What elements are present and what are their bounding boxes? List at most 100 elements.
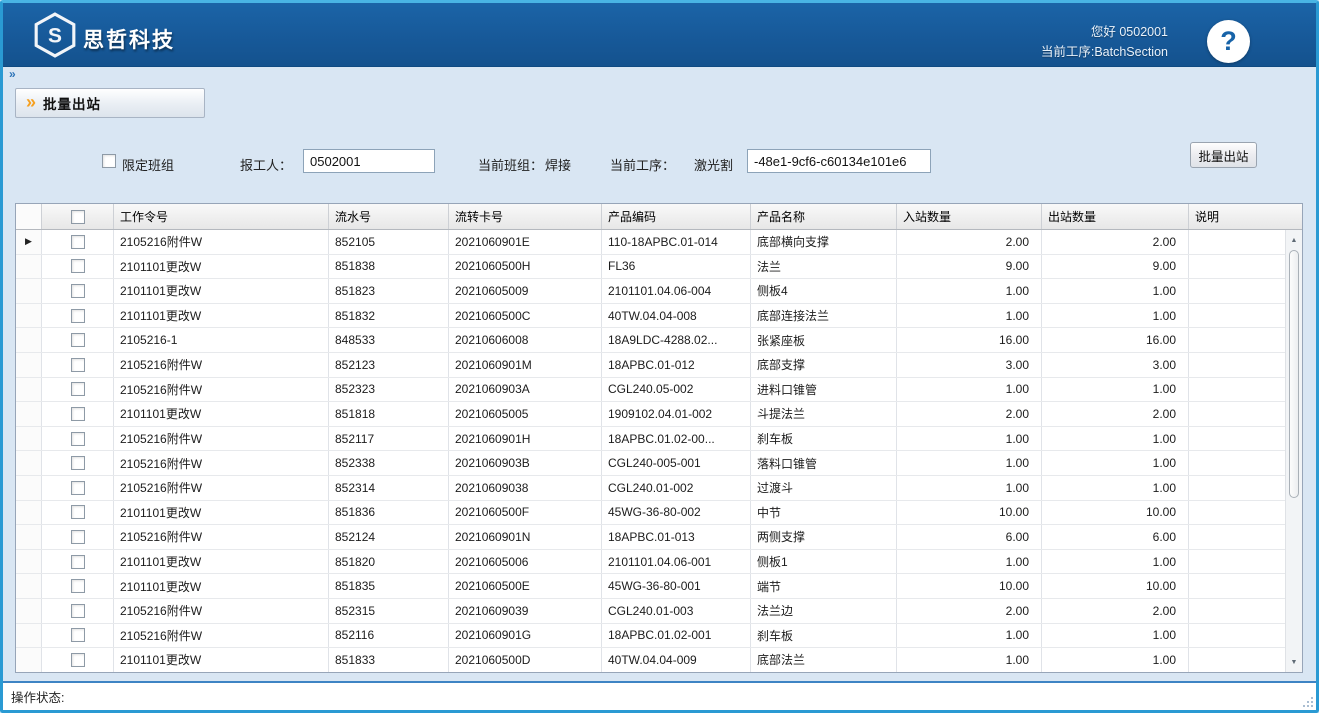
column-header-card_no[interactable]: 流转卡号 xyxy=(449,204,602,229)
row-checkbox[interactable] xyxy=(71,259,85,273)
table-row[interactable]: 2105216附件W8521242021060901N18APBC.01-013… xyxy=(16,525,1285,550)
table-row[interactable]: 2101101更改W8518382021060500HFL36法兰9.009.0… xyxy=(16,255,1285,280)
cell-work_order: 2101101更改W xyxy=(114,648,329,672)
row-selector[interactable] xyxy=(16,255,42,279)
row-checkbox[interactable] xyxy=(71,505,85,519)
table-row[interactable]: 2105216附件W85231420210609038CGL240.01-002… xyxy=(16,476,1285,501)
table-row[interactable]: 2101101更改W851823202106050092101101.04.06… xyxy=(16,279,1285,304)
row-checkbox[interactable] xyxy=(71,628,85,642)
column-header-qty_in[interactable]: 入站数量 xyxy=(897,204,1042,229)
row-selector[interactable] xyxy=(16,550,42,574)
scrollbar-thumb[interactable] xyxy=(1289,250,1299,498)
table-row[interactable]: 2101101更改W851820202106050062101101.04.06… xyxy=(16,550,1285,575)
row-selector[interactable] xyxy=(16,328,42,352)
column-header-work_order[interactable]: 工作令号 xyxy=(114,204,329,229)
table-row[interactable]: 2105216附件W8523382021060903BCGL240-005-00… xyxy=(16,451,1285,476)
reporter-input[interactable] xyxy=(303,149,435,173)
cell-qty_in: 3.00 xyxy=(897,353,1042,377)
row-checkbox[interactable] xyxy=(71,309,85,323)
column-header-qty_out[interactable]: 出站数量 xyxy=(1042,204,1189,229)
row-checkbox[interactable] xyxy=(71,407,85,421)
table-row[interactable]: 2101101更改W8518332021060500D40TW.04.04-00… xyxy=(16,648,1285,673)
row-selector[interactable] xyxy=(16,427,42,451)
row-selector[interactable] xyxy=(16,378,42,402)
help-button[interactable]: ? xyxy=(1207,20,1250,63)
cell-work_order: 2105216附件W xyxy=(114,230,329,254)
table-row[interactable]: ▶2105216附件W8521052021060901E110-18APBC.0… xyxy=(16,230,1285,255)
cell-serial_no: 851838 xyxy=(329,255,449,279)
cell-qty_out: 1.00 xyxy=(1042,624,1189,648)
row-selector[interactable] xyxy=(16,574,42,598)
select-all-checkbox[interactable] xyxy=(71,210,85,224)
panel-collapse-icon[interactable]: » xyxy=(9,67,16,81)
row-checkbox[interactable] xyxy=(71,382,85,396)
cell-qty_in: 1.00 xyxy=(897,550,1042,574)
row-checkbox[interactable] xyxy=(71,604,85,618)
row-checkbox-cell xyxy=(42,378,114,402)
row-checkbox[interactable] xyxy=(71,235,85,249)
limit-team-checkbox[interactable] xyxy=(102,154,116,168)
cell-work_order: 2101101更改W xyxy=(114,574,329,598)
cell-product_code: CGL240-005-001 xyxy=(602,451,751,475)
row-selector[interactable] xyxy=(16,624,42,648)
cell-product_name: 端节 xyxy=(751,574,897,598)
row-selector[interactable] xyxy=(16,279,42,303)
process-id-input[interactable] xyxy=(747,149,931,173)
row-selector[interactable] xyxy=(16,501,42,525)
cell-qty_in: 16.00 xyxy=(897,328,1042,352)
table-row[interactable]: 2101101更改W8518362021060500F45WG-36-80-00… xyxy=(16,501,1285,526)
row-checkbox-cell xyxy=(42,230,114,254)
row-selector[interactable] xyxy=(16,599,42,623)
row-checkbox[interactable] xyxy=(71,555,85,569)
tab-batch-exit[interactable]: » 批量出站 xyxy=(15,88,205,118)
row-selector[interactable] xyxy=(16,451,42,475)
row-selector[interactable] xyxy=(16,304,42,328)
row-checkbox[interactable] xyxy=(71,432,85,446)
cell-qty_out: 10.00 xyxy=(1042,574,1189,598)
row-checkbox[interactable] xyxy=(71,284,85,298)
table-row[interactable]: 2101101更改W8518352021060500E45WG-36-80-00… xyxy=(16,574,1285,599)
column-header-note[interactable]: 说明 xyxy=(1189,204,1302,229)
table-row[interactable]: 2101101更改W8518322021060500C40TW.04.04-00… xyxy=(16,304,1285,329)
table-row[interactable]: 2101101更改W851818202106050051909102.04.01… xyxy=(16,402,1285,427)
row-selector[interactable] xyxy=(16,353,42,377)
row-checkbox[interactable] xyxy=(71,456,85,470)
row-selector[interactable]: ▶ xyxy=(16,230,42,254)
cell-product_name: 落料口锥管 xyxy=(751,451,897,475)
resize-grip[interactable] xyxy=(1301,695,1313,707)
scroll-down-icon[interactable]: ▼ xyxy=(1286,654,1302,670)
column-header-product_code[interactable]: 产品编码 xyxy=(602,204,751,229)
vertical-scrollbar[interactable]: ▲ ▼ xyxy=(1285,230,1302,672)
table-row[interactable]: 2105216附件W8521172021060901H18APBC.01.02-… xyxy=(16,427,1285,452)
cell-card_no: 20210606008 xyxy=(449,328,602,352)
cell-product_code: CGL240.01-003 xyxy=(602,599,751,623)
row-selector[interactable] xyxy=(16,525,42,549)
row-checkbox[interactable] xyxy=(71,333,85,347)
table-row[interactable]: 2105216-18485332021060600818A9LDC-4288.0… xyxy=(16,328,1285,353)
batch-exit-button[interactable]: 批量出站 xyxy=(1190,142,1257,168)
table-row[interactable]: 2105216附件W8521162021060901G18APBC.01.02-… xyxy=(16,624,1285,649)
row-checkbox-cell xyxy=(42,525,114,549)
cell-work_order: 2105216附件W xyxy=(114,451,329,475)
column-header-serial_no[interactable]: 流水号 xyxy=(329,204,449,229)
row-selector[interactable] xyxy=(16,648,42,672)
row-checkbox[interactable] xyxy=(71,481,85,495)
row-checkbox-cell xyxy=(42,501,114,525)
table-row[interactable]: 2105216附件W85231520210609039CGL240.01-003… xyxy=(16,599,1285,624)
row-checkbox[interactable] xyxy=(71,579,85,593)
cell-card_no: 2021060901N xyxy=(449,525,602,549)
table-row[interactable]: 2105216附件W8521232021060901M18APBC.01-012… xyxy=(16,353,1285,378)
cell-product_name: 底部支撑 xyxy=(751,353,897,377)
cell-card_no: 20210605006 xyxy=(449,550,602,574)
cell-card_no: 2021060500C xyxy=(449,304,602,328)
row-selector[interactable] xyxy=(16,476,42,500)
cell-card_no: 2021060901M xyxy=(449,353,602,377)
row-checkbox[interactable] xyxy=(71,653,85,667)
row-checkbox[interactable] xyxy=(71,358,85,372)
table-row[interactable]: 2105216附件W8523232021060903ACGL240.05-002… xyxy=(16,378,1285,403)
row-checkbox[interactable] xyxy=(71,530,85,544)
scroll-up-icon[interactable]: ▲ xyxy=(1286,232,1302,248)
app-header: S 思哲科技 您好 0502001 当前工序:BatchSection ? xyxy=(3,3,1316,67)
column-header-product_name[interactable]: 产品名称 xyxy=(751,204,897,229)
row-selector[interactable] xyxy=(16,402,42,426)
